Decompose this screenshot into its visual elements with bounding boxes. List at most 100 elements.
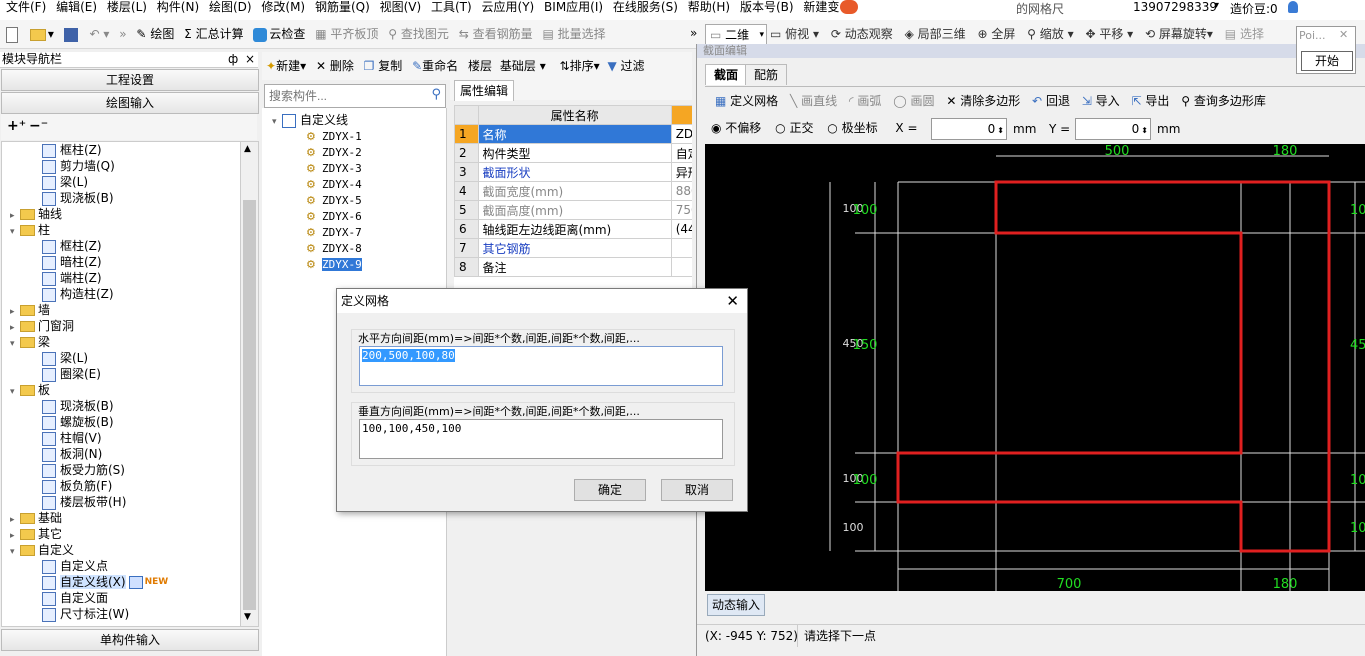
cloud-check-button[interactable]: 云检查 xyxy=(253,20,305,48)
menu-modify[interactable]: 修改(M) xyxy=(261,0,305,14)
tree-item[interactable]: 尺寸标注(W) xyxy=(2,606,240,622)
view-steel-button[interactable]: ⇆ 查看钢筋量 xyxy=(459,20,533,48)
sum-calc-button[interactable]: Σ 汇总计算 xyxy=(184,20,243,48)
component-item[interactable]: ⚙ ZDYX-3 xyxy=(262,160,446,176)
start-button[interactable]: 开始 xyxy=(1301,51,1353,71)
cancel-button[interactable]: 取消 xyxy=(661,479,733,501)
property-value[interactable]: 750 xyxy=(670,200,692,220)
pin-icon[interactable]: ф xyxy=(228,52,238,67)
component-item[interactable]: ⚙ ZDYX-7 xyxy=(262,224,446,240)
tree-folder[interactable]: ▾ 自定义 xyxy=(2,542,240,558)
menu-floor[interactable]: 楼层(L) xyxy=(107,0,147,14)
property-row[interactable]: 1名称ZDYX xyxy=(454,124,692,144)
rotate-button[interactable]: ⟲ 屏幕旋转▾ xyxy=(1145,27,1213,41)
tree-item[interactable]: 自定义面 xyxy=(2,590,240,606)
floor-select[interactable]: 基础层 ▾ xyxy=(500,59,546,73)
menu-steel[interactable]: 钢筋量(Q) xyxy=(315,0,370,14)
local-3d-button[interactable]: ◈ 局部三维 xyxy=(905,27,966,41)
menu-view[interactable]: 视图(V) xyxy=(380,0,422,14)
reinforcement-tab[interactable]: 配筋 xyxy=(745,64,787,85)
menu-bim[interactable]: BIM应用(I) xyxy=(544,0,603,14)
tree-item[interactable]: 板洞(N) xyxy=(2,446,240,462)
toolbar-more-1[interactable]: » xyxy=(119,20,126,48)
rename-button[interactable]: ✎重命名 xyxy=(412,59,458,73)
filter-button[interactable]: ▼ 过滤 xyxy=(607,59,644,73)
property-row[interactable]: 2构件类型自定 xyxy=(454,143,692,163)
draw-line-button[interactable]: ╲ 画直线 xyxy=(790,94,837,108)
menu-help[interactable]: 帮助(H) xyxy=(688,0,730,14)
copy-button[interactable]: ❐ 复制 xyxy=(364,59,403,73)
flat-top-button[interactable]: ▦ 平齐板顶 xyxy=(315,20,378,48)
tree-folder[interactable]: ▾ 柱 xyxy=(2,222,240,238)
draw-arc-button[interactable]: ◜ 画弧 xyxy=(849,94,881,108)
project-settings-button[interactable]: 工程设置 xyxy=(1,69,259,91)
component-item[interactable]: ⚙ ZDYX-6 xyxy=(262,208,446,224)
tree-item[interactable]: 梁(L) xyxy=(2,350,240,366)
menu-cloud[interactable]: 云应用(Y) xyxy=(482,0,535,14)
tree-item[interactable]: 自定义点 xyxy=(2,558,240,574)
new-component-button[interactable]: ✦新建▾ xyxy=(266,59,306,73)
h-spacing-input[interactable]: 200,500,100,80 xyxy=(359,346,723,386)
tree-item[interactable]: 现浇板(B) xyxy=(2,398,240,414)
view-mode-select[interactable]: ▭ 二维 ▾ xyxy=(705,24,767,46)
dynamic-view-button[interactable]: ⟳ 动态观察 xyxy=(831,27,893,41)
tree-folder[interactable]: ▸ 墙 xyxy=(2,302,240,318)
scroll-thumb[interactable] xyxy=(243,200,256,610)
component-root[interactable]: ▾ 自定义线 xyxy=(262,112,446,128)
popup-close-icon[interactable]: ✕ xyxy=(1339,28,1348,41)
orthogonal-radio[interactable]: ○ 正交 xyxy=(775,121,813,135)
component-item[interactable]: ⚙ ZDYX-5 xyxy=(262,192,446,208)
property-value[interactable]: ZDYX xyxy=(670,124,692,144)
tree-item[interactable]: 框柱(Z) xyxy=(2,142,240,158)
property-row[interactable]: 3截面形状异形 xyxy=(454,162,692,182)
query-polygon-lib-button[interactable]: ⚲ 查询多边形库 xyxy=(1181,94,1266,108)
top-view-button[interactable]: ▭ 俯视 ▾ xyxy=(770,27,819,41)
tree-item[interactable]: 楼层板带(H) xyxy=(2,494,240,510)
zoom-button[interactable]: ⚲ 缩放 ▾ xyxy=(1027,27,1073,41)
search-component-input[interactable] xyxy=(267,86,421,106)
section-canvas[interactable]: 500 180 700 180 100 450 100 100 100 150 … xyxy=(705,144,1365,591)
v-spacing-input[interactable]: 100,100,450,100 xyxy=(359,419,723,459)
tree-item[interactable]: 构造柱(Z) xyxy=(2,286,240,302)
property-value[interactable]: 自定 xyxy=(670,143,692,163)
x-input[interactable]: 0 ⬍ xyxy=(931,118,1007,140)
menu-file[interactable]: 文件(F) xyxy=(6,0,46,14)
account-dropdown-icon[interactable]: ▾ xyxy=(1214,0,1219,11)
expand-all-icon[interactable]: +⁺ xyxy=(7,118,26,134)
section-tab[interactable]: 截面 xyxy=(705,64,747,85)
tree-folder[interactable]: ▸ 轴线 xyxy=(2,206,240,222)
notification-icon[interactable] xyxy=(840,0,858,14)
tree-item[interactable]: 自定义线(X) NEW xyxy=(2,574,240,590)
tree-item[interactable]: 板负筋(F) xyxy=(2,478,240,494)
export-button[interactable]: ⇱ 导出 xyxy=(1132,94,1170,108)
tree-item[interactable]: 螺旋板(B) xyxy=(2,414,240,430)
component-item[interactable]: ⚙ ZDYX-2 xyxy=(262,144,446,160)
tree-folder[interactable]: ▸ 其它 xyxy=(2,526,240,542)
menu-edit[interactable]: 编辑(E) xyxy=(56,0,97,14)
tree-item[interactable]: 剪力墙(Q) xyxy=(2,158,240,174)
dialog-close-icon[interactable]: ✕ xyxy=(726,289,739,313)
no-offset-radio[interactable]: ◉ 不偏移 xyxy=(711,121,761,135)
open-file-icon[interactable]: ▾ xyxy=(29,20,54,48)
ok-button[interactable]: 确定 xyxy=(574,479,646,501)
property-value[interactable] xyxy=(670,238,692,258)
property-row[interactable]: 8 备注 xyxy=(454,257,692,277)
property-edit-tab[interactable]: 属性编辑 xyxy=(454,80,514,101)
menu-version[interactable]: 版本号(B) xyxy=(740,0,794,14)
undo-icon[interactable]: ↶ ▾ xyxy=(90,20,110,48)
delete-button[interactable]: ✕ 删除 xyxy=(316,59,354,73)
draw-button[interactable]: ✎ 绘图 xyxy=(136,20,174,48)
close-icon[interactable]: × xyxy=(245,52,255,67)
scroll-down-icon[interactable]: ▼ xyxy=(244,612,251,622)
property-row[interactable]: 7 其它钢筋 xyxy=(454,238,692,258)
property-value[interactable]: 880 xyxy=(670,181,692,201)
property-row[interactable]: 5截面高度(mm)750 xyxy=(454,200,692,220)
menu-component[interactable]: 构件(N) xyxy=(157,0,199,14)
property-value[interactable]: 异形 xyxy=(670,162,692,182)
sort-button[interactable]: ⇅排序▾ xyxy=(560,59,600,73)
toolbar-more-2[interactable]: » xyxy=(690,26,697,40)
save-icon[interactable] xyxy=(63,20,80,48)
property-value[interactable]: (440 xyxy=(670,219,692,239)
property-row[interactable]: 6轴线距左边线距离(mm)(440 xyxy=(454,219,692,239)
new-file-icon[interactable] xyxy=(6,20,20,48)
